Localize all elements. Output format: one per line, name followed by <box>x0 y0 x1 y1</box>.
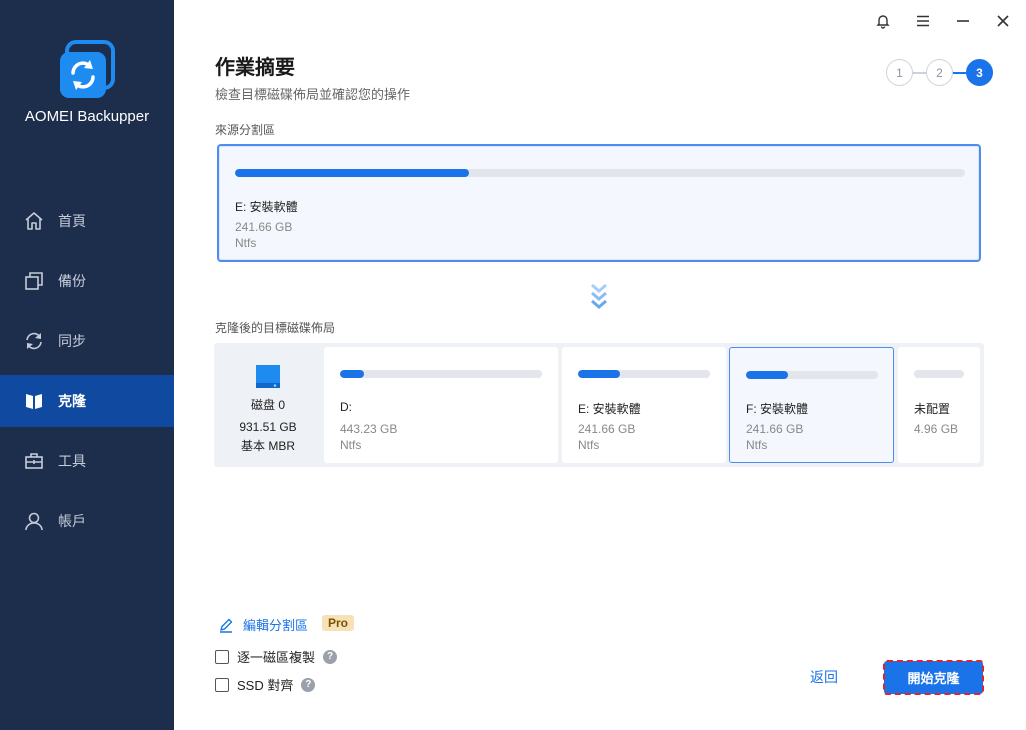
sidebar-item-home[interactable]: 首頁 <box>0 195 174 247</box>
disk-size: 931.51 GB <box>239 420 297 434</box>
partition-card-d[interactable]: D: 443.23 GB Ntfs <box>324 347 558 463</box>
sidebar-item-tools[interactable]: 工具 <box>0 435 174 487</box>
ssd-align-label: SSD 對齊 <box>237 678 294 693</box>
disk-type: 基本 MBR <box>240 439 295 453</box>
pro-badge: Pro <box>322 615 355 631</box>
sidebar-item-label: 克隆 <box>58 393 86 409</box>
sidebar-item-label: 帳戶 <box>58 513 86 529</box>
partition-card-f[interactable]: F: 安裝軟體 241.66 GB Ntfs <box>729 347 894 463</box>
sidebar-item-label: 工具 <box>58 453 86 469</box>
tools-icon <box>24 451 44 471</box>
back-button[interactable]: 返回 <box>800 665 848 689</box>
partition-size: 443.23 GB <box>340 422 398 436</box>
edit-partitions-label: 編輯分割區 <box>243 618 309 633</box>
sidebar-item-sync[interactable]: 同步 <box>0 315 174 367</box>
app-name: AOMEI Backupper <box>24 108 150 125</box>
partition-name: 未配置 <box>914 402 951 416</box>
sidebar-item-label: 同步 <box>58 333 86 349</box>
pencil-icon <box>220 618 233 633</box>
partition-size: 4.96 GB <box>914 422 959 436</box>
clone-icon <box>24 391 44 411</box>
source-partition-size: 241.66 GB <box>235 220 293 234</box>
sidebar-item-label: 首頁 <box>58 213 86 229</box>
partition-usage-bar <box>578 370 710 378</box>
notification-bell-icon[interactable] <box>872 10 894 32</box>
source-partition-name: E: 安裝軟體 <box>235 200 298 214</box>
partition-size: 241.66 GB <box>746 422 804 436</box>
sidebar-item-label: 備份 <box>58 273 86 289</box>
edit-partitions-link[interactable]: 編輯分割區 <box>218 615 308 634</box>
partition-fs: Ntfs <box>578 438 600 452</box>
app-logo-icon <box>60 40 115 98</box>
partition-usage-bar <box>914 370 964 378</box>
partition-card-e[interactable]: E: 安裝軟體 241.66 GB Ntfs <box>562 347 726 463</box>
source-partition-fs: Ntfs <box>235 236 257 250</box>
step-2-indicator: 2 <box>926 59 953 86</box>
help-icon[interactable]: ? <box>301 677 316 692</box>
close-icon[interactable] <box>992 10 1014 32</box>
sector-by-sector-option[interactable]: 逐一磁區複製 ? <box>215 647 338 666</box>
sidebar-item-clone[interactable]: 克隆 <box>0 375 174 427</box>
minimize-icon[interactable] <box>952 10 974 32</box>
sector-by-sector-checkbox[interactable] <box>215 649 229 664</box>
partition-fs: Ntfs <box>746 438 768 452</box>
sector-by-sector-label: 逐一磁區複製 <box>237 650 316 665</box>
sidebar-item-account[interactable]: 帳戶 <box>0 495 174 547</box>
sidebar: AOMEI Backupper 首頁 備份 同步 克隆 工具 帳戶 <box>0 0 174 730</box>
partition-usage-bar <box>340 370 542 378</box>
home-icon <box>24 211 44 231</box>
partition-usage-fill <box>578 370 621 378</box>
step-connector <box>953 72 966 74</box>
page-title: 作業摘要 <box>215 57 295 79</box>
partition-name: D: <box>340 400 352 414</box>
sync-icon <box>24 331 44 351</box>
help-icon[interactable]: ? <box>323 649 338 664</box>
double-chevron-down-icon <box>591 283 607 309</box>
page-subtitle: 檢查目標磁碟佈局並確認您的操作 <box>215 87 411 102</box>
menu-icon[interactable] <box>912 10 934 32</box>
step-connector <box>913 72 926 74</box>
ssd-align-checkbox[interactable] <box>215 677 229 692</box>
destination-disk: 磁盘 0 931.51 GB 基本 MBR <box>214 343 322 467</box>
partition-usage-bar <box>746 371 878 379</box>
backup-icon <box>24 271 44 291</box>
sidebar-item-backup[interactable]: 備份 <box>0 255 174 307</box>
step-3-indicator: 3 <box>966 59 993 86</box>
ssd-align-option[interactable]: SSD 對齊 ? <box>215 675 316 694</box>
account-icon <box>24 511 44 531</box>
partition-fs: Ntfs <box>340 438 362 452</box>
partition-card-unallocated[interactable]: 未配置 4.96 GB <box>898 347 980 463</box>
destination-section-label: 克隆後的目標磁碟佈局 <box>215 321 336 335</box>
hard-disk-icon <box>256 365 280 388</box>
source-section-label: 來源分割區 <box>215 123 276 137</box>
partition-usage-fill <box>340 370 365 378</box>
partition-name: F: 安裝軟體 <box>746 402 808 416</box>
source-usage-fill <box>235 169 469 177</box>
disk-name: 磁盘 0 <box>250 398 285 412</box>
step-1-indicator: 1 <box>886 59 913 86</box>
partition-size: 241.66 GB <box>578 422 636 436</box>
start-clone-button[interactable]: 開始克隆 <box>883 660 984 695</box>
partition-name: E: 安裝軟體 <box>578 402 641 416</box>
source-partition-card: E: 安裝軟體 241.66 GB Ntfs <box>217 144 981 262</box>
partition-usage-fill <box>746 371 789 379</box>
source-usage-bar <box>235 169 965 177</box>
